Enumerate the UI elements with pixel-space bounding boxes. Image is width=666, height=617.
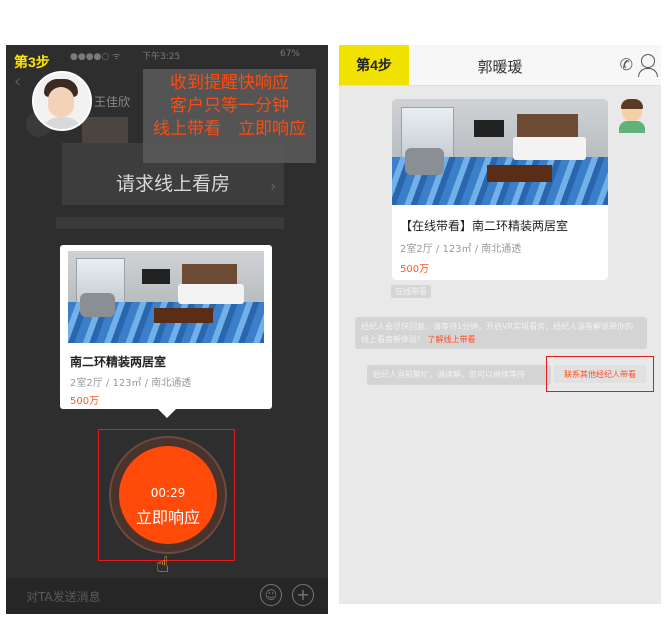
house-price: 500万 [400, 264, 430, 275]
system-message: 经纪人会尽快回复。请等待1分钟，开启VR实境看房，经纪人语音解说带你的线上看房新… [355, 317, 647, 349]
house-specs: 2室2厅 / 123㎡ / 南北通透 [70, 378, 192, 389]
chat-title: 郭暖瑗 [477, 58, 523, 76]
room-photo [392, 99, 608, 205]
avatar-face [48, 87, 74, 117]
phone-icon[interactable]: ✆ [620, 55, 633, 74]
busy-message: 经纪人当前繁忙，请读解，您可以继续等待 [367, 365, 551, 385]
message-input-bar: 对TA发送消息 ☺ + [6, 578, 328, 614]
hand-pointer-icon: ☝ [156, 553, 170, 578]
respond-highlight-box: 00:29 立即响应 [98, 429, 235, 561]
tip-line-3: 线上带看 立即响应 [153, 119, 306, 139]
tip-overlay: 收到提醒快响应 客户只等一分钟 线上带看 立即响应 [143, 69, 316, 163]
agent-avatar [32, 71, 92, 131]
contact-other-agent-button[interactable]: 联系其他经纪人带看 [554, 365, 646, 383]
left-phone-screen: ●●●●○ ᯤ 下午3:25 67% 第3步 ‹ › 王佳欣 收到提醒快响应 客… [6, 45, 328, 614]
house-specs: 2室2厅 / 123㎡ / 南北通透 [400, 244, 522, 255]
plus-icon[interactable]: + [292, 584, 314, 606]
tip-line-1: 收到提醒快响应 [170, 73, 289, 93]
room-photo [68, 251, 264, 343]
request-view-text: 请求线上看房 [115, 173, 230, 195]
blurred-message [56, 217, 284, 229]
right-phone-screen: 第4步 郭暖瑗 ✆ 【在线带看】南二环精装两居室 2室2厅 / 123㎡ / 南… [339, 45, 661, 604]
user-profile-icon[interactable] [638, 54, 658, 77]
step-badge: 第3步 [14, 54, 50, 70]
respond-now-button[interactable]: 00:29 立即响应 [119, 446, 217, 544]
chat-header: 第4步 郭暖瑗 ✆ [339, 45, 661, 86]
message-input[interactable]: 对TA发送消息 [26, 588, 101, 605]
signal-indicator: ●●●●○ ᯤ [70, 52, 121, 62]
learn-online-view-link[interactable]: 了解线上带看 [428, 335, 476, 344]
emoji-icon[interactable]: ☺ [260, 584, 282, 606]
respond-label: 立即响应 [135, 508, 200, 527]
avatar-shirt [40, 117, 84, 129]
status-time: 下午3:25 [142, 52, 181, 62]
house-popup-card[interactable]: 南二环精装两居室 2室2厅 / 123㎡ / 南北通透 500万 [60, 245, 272, 418]
house-title: 【在线带看】南二环精装两居室 [400, 219, 569, 233]
countdown-timer: 00:29 [150, 486, 186, 500]
house-price: 500万 [70, 396, 100, 407]
contact-highlight-box: 联系其他经纪人带看 [546, 356, 654, 392]
tip-line-2: 客户只等一分钟 [170, 96, 289, 116]
battery-indicator: 67% [279, 49, 300, 59]
house-message-card[interactable]: 【在线带看】南二环精装两居室 2室2厅 / 123㎡ / 南北通透 500万 [392, 99, 608, 280]
house-title: 南二环精装两居室 [70, 355, 167, 369]
user-avatar [617, 99, 647, 133]
online-view-tag: 在线带看 [391, 285, 431, 298]
agent-name: 王佳欣 [94, 95, 131, 109]
system-message-text: 经纪人会尽快回复。请等待1分钟，开启VR实境看房，经纪人语音解说带你的线上看房新… [361, 322, 634, 344]
back-arrow-icon[interactable]: ‹ [14, 71, 21, 92]
